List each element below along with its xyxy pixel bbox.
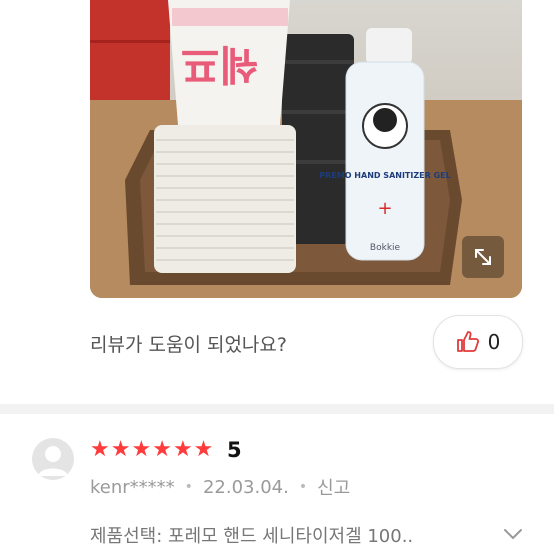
svg-text:+: + [377, 198, 392, 219]
expand-photo-button[interactable] [462, 236, 504, 278]
star-icon: ★ [131, 437, 152, 462]
product-option-text: 제품선택: 포레모 핸드 세니타이저겔 100.. [90, 526, 414, 547]
report-link[interactable]: 신고 [317, 474, 350, 500]
cup-logo-text: 쉐프 [181, 40, 258, 89]
default-user-icon [38, 446, 68, 476]
bottle-small-text: Bokkie [370, 243, 401, 253]
separator-dot: • [298, 479, 308, 495]
thumbs-up-icon [456, 331, 479, 352]
star-icon: ★ [172, 437, 193, 462]
review-photo-illustration: 쉐프 PREMO HAND SANITIZER GEL + Bokkie [90, 0, 522, 298]
review-date: 22.03.04. [202, 476, 289, 498]
chevron-down-icon [504, 529, 522, 539]
star-icon: ★ [152, 437, 172, 462]
star-icon: ★ [193, 437, 214, 462]
star-rating: ★ ★ ★ ★ ★ ★ [90, 437, 213, 463]
review-meta: kenr***** • 22.03.04. • 신고 [90, 474, 350, 500]
separator-dot: • [184, 479, 193, 495]
review-photo[interactable]: 쉐프 PREMO HAND SANITIZER GEL + Bokkie [90, 0, 522, 298]
avatar [32, 438, 74, 480]
helpful-count: 0 [487, 330, 501, 354]
bottle-brand-text: PREMO HAND SANITIZER GEL [319, 171, 450, 180]
star-icon: ★ [110, 437, 131, 462]
helpful-like-button[interactable]: 0 [433, 315, 523, 369]
expand-option-button[interactable] [503, 526, 523, 545]
expand-arrows-icon [475, 249, 491, 265]
section-divider [0, 404, 554, 414]
review-username: kenr***** [90, 476, 175, 498]
star-icon: ★ [90, 437, 110, 462]
rating-value: 5 [227, 438, 242, 462]
helpful-question: 리뷰가 도움이 되었나요? [90, 334, 287, 356]
